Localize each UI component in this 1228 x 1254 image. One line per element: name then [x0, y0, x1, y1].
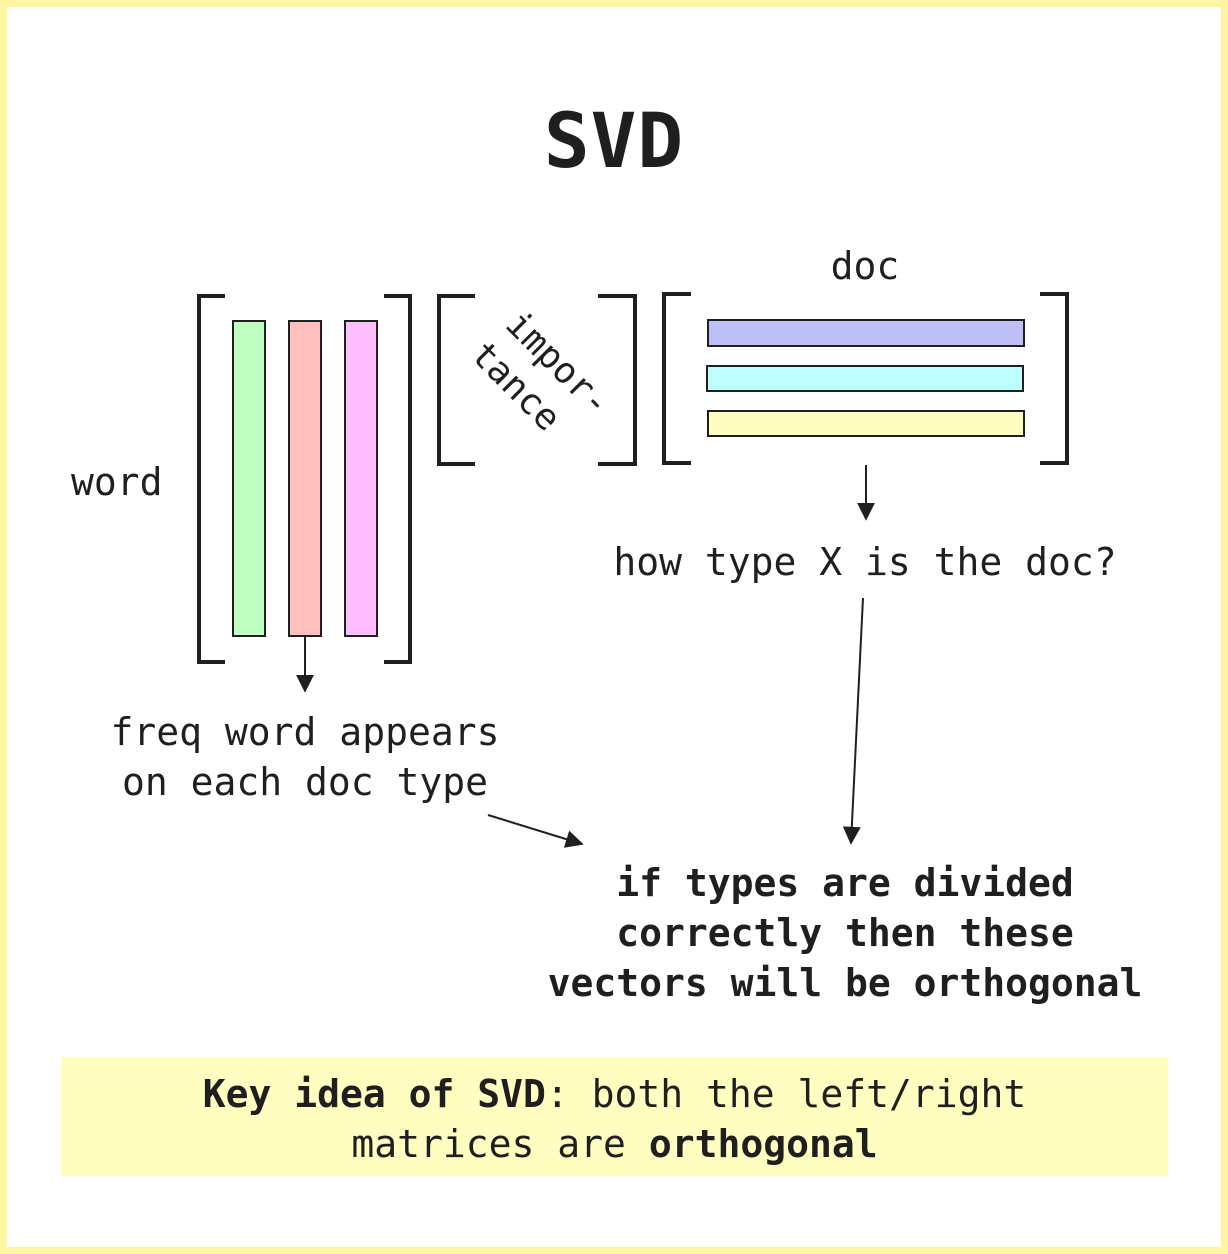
right-matrix-open-bracket [662, 292, 691, 465]
arrow-word-to-note [487, 814, 584, 848]
middle-matrix-open-bracket [437, 294, 475, 466]
right-row-vector-3 [707, 410, 1025, 437]
orthogonal-note: if types are divided correctly then thes… [520, 858, 1170, 1008]
left-matrix-close-bracket [384, 294, 412, 664]
key-idea-line-1: Key idea of SVD: both the left/right [61, 1069, 1168, 1119]
freq-line-1: freq word appears [110, 710, 500, 754]
key-idea-bold-suffix: orthogonal [648, 1122, 878, 1166]
key-idea-text-line-2: matrices are [351, 1122, 649, 1166]
importance-label: impor- tance [463, 303, 619, 439]
key-idea-line-2: matrices are orthogonal [61, 1119, 1168, 1169]
left-column-vector-3 [344, 320, 378, 637]
arrow-doc-to-note [842, 597, 864, 845]
orthogonal-line-2: correctly then these [616, 911, 1074, 955]
right-row-vector-2 [706, 365, 1024, 392]
left-column-vector-2 [288, 320, 322, 637]
orthogonal-line-3: vectors will be orthogonal [547, 961, 1143, 1005]
key-idea-text: : both the left/right [545, 1072, 1027, 1116]
key-idea-box: Key idea of SVD: both the left/right mat… [61, 1057, 1168, 1176]
left-matrix-open-bracket [197, 294, 225, 664]
key-idea-bold-prefix: Key idea of SVD [202, 1072, 546, 1116]
how-type-label: how type X is the doc? [613, 540, 1117, 584]
right-matrix-close-bracket [1040, 292, 1069, 465]
right-row-vector-1 [707, 319, 1025, 347]
left-column-vector-1 [232, 320, 266, 637]
doc-axis-label: doc [830, 244, 900, 288]
freq-line-2: on each doc type [121, 760, 489, 804]
word-axis-label: word [71, 460, 163, 504]
orthogonal-line-1: if types are divided [616, 861, 1074, 905]
